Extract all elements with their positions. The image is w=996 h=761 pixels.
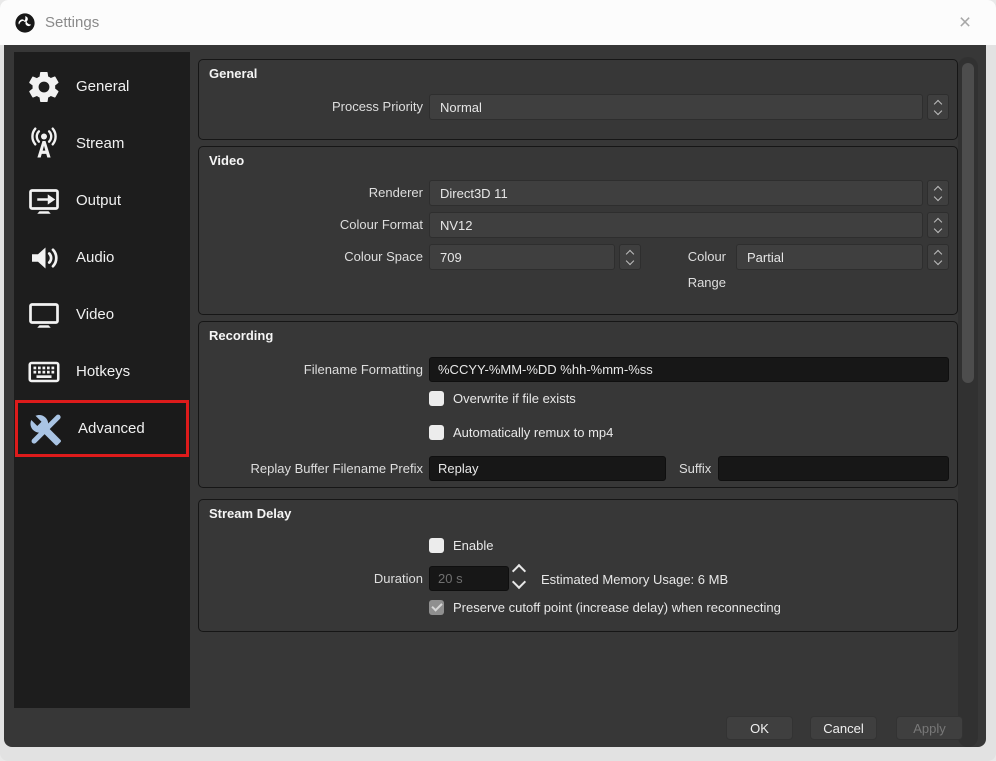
group-general: General Process Priority Normal — [198, 59, 958, 140]
remux-checkbox[interactable] — [429, 425, 444, 440]
combo-spinner-icon[interactable] — [927, 212, 949, 238]
filename-formatting-input[interactable] — [429, 357, 949, 382]
remux-checkbox-row[interactable]: Automatically remux to mp4 — [429, 425, 613, 440]
sidebar-item-stream[interactable]: Stream — [14, 115, 190, 172]
sidebar-item-hotkeys[interactable]: Hotkeys — [14, 343, 190, 400]
sidebar-item-video[interactable]: Video — [14, 286, 190, 343]
colour-format-label: Colour Format — [339, 217, 423, 232]
sidebar-item-general[interactable]: General — [14, 58, 190, 115]
group-video: Video Renderer Direct3D 11 Colour Format… — [198, 146, 958, 315]
combo-spinner-icon[interactable] — [927, 180, 949, 206]
ok-button[interactable]: OK — [726, 716, 793, 740]
group-recording: Recording Filename Formatting Overwrite … — [198, 321, 958, 488]
duration-spinbox[interactable] — [429, 566, 509, 591]
enable-checkbox-row[interactable]: Enable — [429, 538, 493, 553]
memory-usage-text: Estimated Memory Usage: 6 MB — [541, 572, 729, 587]
apply-button[interactable]: Apply — [896, 716, 963, 740]
renderer-select[interactable]: Direct3D 11 — [429, 180, 949, 206]
overwrite-checkbox-row[interactable]: Overwrite if file exists — [429, 391, 576, 406]
renderer-value: Direct3D 11 — [429, 180, 923, 206]
sidebar-item-label: Advanced — [78, 420, 145, 437]
sidebar: General Stream Output Audio Video Hotkey… — [14, 52, 190, 708]
group-title: Recording — [209, 328, 274, 343]
group-title: Stream Delay — [209, 506, 292, 521]
overwrite-checkbox[interactable] — [429, 391, 444, 406]
enable-label: Enable — [453, 538, 494, 553]
colour-space-value: 709 — [429, 244, 615, 270]
gear-icon — [24, 67, 64, 107]
preserve-checkbox[interactable] — [429, 600, 444, 615]
replay-prefix-input[interactable] — [429, 456, 666, 481]
filename-formatting-label: Filename Formatting — [303, 362, 423, 377]
replay-prefix-label: Replay Buffer Filename Prefix — [250, 461, 423, 476]
colour-space-label: Colour Space — [344, 249, 423, 264]
preserve-label: Preserve cutoff point (increase delay) w… — [453, 600, 781, 615]
scrollbar-thumb[interactable] — [962, 63, 974, 383]
preserve-checkbox-row[interactable]: Preserve cutoff point (increase delay) w… — [429, 600, 781, 615]
obs-logo-icon — [14, 12, 36, 34]
monitor-icon — [24, 295, 64, 335]
window-title: Settings — [45, 14, 100, 31]
overwrite-label: Overwrite if file exists — [453, 391, 576, 406]
broadcast-antenna-icon — [24, 124, 64, 164]
combo-spinner-icon[interactable] — [927, 244, 949, 270]
sidebar-item-audio[interactable]: Audio — [14, 229, 190, 286]
group-title: General — [209, 66, 258, 81]
monitor-arrow-icon — [24, 181, 64, 221]
duration-label: Duration — [373, 571, 423, 586]
vertical-scrollbar[interactable] — [958, 57, 978, 747]
colour-range-select[interactable]: Partial — [736, 244, 949, 270]
remux-label: Automatically remux to mp4 — [453, 425, 614, 440]
settings-window: Settings × General Stream Output Audio V… — [0, 0, 996, 761]
titlebar: Settings × — [0, 0, 996, 45]
sidebar-item-label: Hotkeys — [76, 363, 131, 380]
renderer-label: Renderer — [368, 185, 423, 200]
sidebar-item-label: General — [76, 78, 130, 95]
colour-space-select[interactable]: 709 — [429, 244, 641, 270]
duration-spinner-icon[interactable] — [511, 563, 527, 590]
suffix-input[interactable] — [718, 456, 949, 481]
suffix-label: Suffix — [679, 461, 712, 476]
colour-format-value: NV12 — [429, 212, 923, 238]
cancel-button[interactable]: Cancel — [810, 716, 877, 740]
tools-icon — [26, 409, 66, 449]
speaker-icon — [24, 238, 64, 278]
combo-spinner-icon[interactable] — [927, 94, 949, 120]
sidebar-item-output[interactable]: Output — [14, 172, 190, 229]
colour-range-value: Partial — [736, 244, 923, 270]
close-icon[interactable]: × — [950, 8, 980, 38]
sidebar-item-advanced[interactable]: Advanced — [15, 400, 189, 457]
sidebar-item-label: Audio — [76, 249, 115, 266]
process-priority-value: Normal — [429, 94, 923, 120]
settings-content: General Stream Output Audio Video Hotkey… — [4, 45, 986, 747]
process-priority-label: Process Priority — [331, 99, 423, 114]
group-stream-delay: Stream Delay Enable Duration Estimated M… — [198, 499, 958, 632]
sidebar-item-label: Stream — [76, 135, 125, 152]
keyboard-icon — [24, 352, 64, 392]
process-priority-select[interactable]: Normal — [429, 94, 949, 120]
colour-range-label: Colour Range — [687, 249, 726, 290]
enable-checkbox[interactable] — [429, 538, 444, 553]
sidebar-item-label: Output — [76, 192, 122, 209]
colour-format-select[interactable]: NV12 — [429, 212, 949, 238]
combo-spinner-icon[interactable] — [619, 244, 641, 270]
group-title: Video — [209, 153, 245, 168]
sidebar-item-label: Video — [76, 306, 115, 323]
